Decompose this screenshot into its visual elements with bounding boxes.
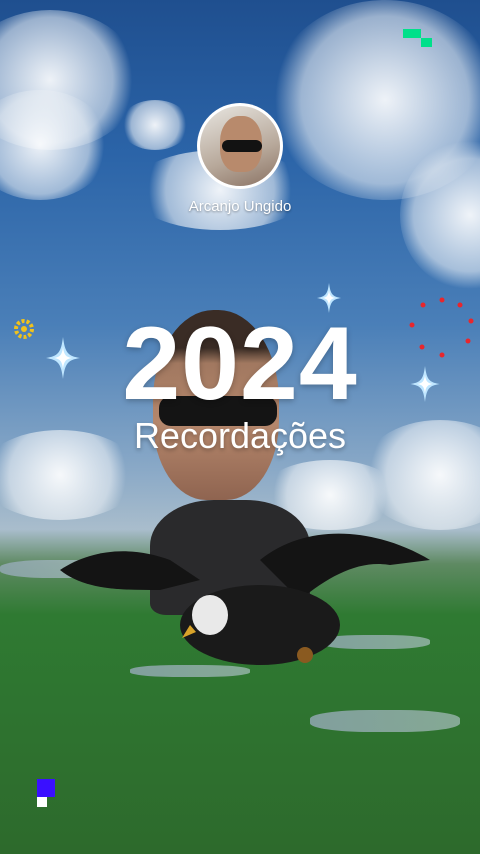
sparkle-icon [410,366,440,402]
water-patch [310,710,460,732]
avatar-sunglasses [222,140,262,152]
pixel-accent-white [37,797,47,807]
memories-story-screen: Arcanjo Ungido 2024 Recordações [0,0,480,854]
profile-avatar[interactable] [197,103,283,189]
pixel-accent-green [421,38,432,47]
pixel-accent-blue [37,779,55,797]
sparkle-icon [46,337,80,379]
profile-username[interactable]: Arcanjo Ungido [0,198,480,215]
sparkle-icon [316,283,342,313]
eagle-image [60,533,430,665]
avatar-photo [200,106,280,186]
red-dot-ring-icon [409,297,474,358]
gold-ring-icon [14,319,34,339]
pixel-accent-green [403,29,421,38]
memories-title: Recordações [133,415,347,456]
cloud [120,100,190,150]
